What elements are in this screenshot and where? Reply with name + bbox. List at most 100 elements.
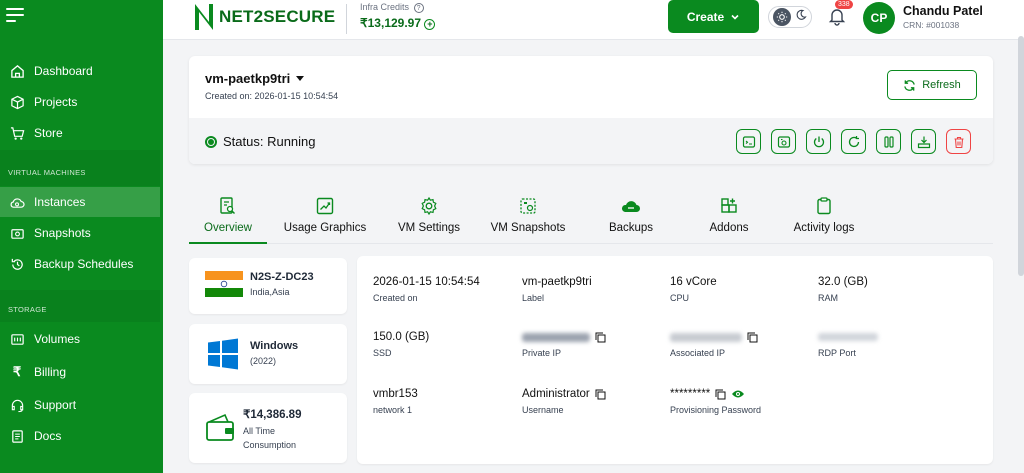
tab-overview[interactable]: Overview [189, 194, 267, 244]
tab-vm-settings[interactable]: VM Settings [389, 194, 469, 244]
header-divider [346, 4, 347, 34]
user-info[interactable]: Chandu Patel CRN: #001038 [903, 4, 983, 30]
brand-logo[interactable]: NET2SECURE [193, 2, 335, 32]
detail-username: Administrator Username [522, 387, 606, 415]
refresh-label: Refresh [922, 79, 961, 91]
cloud-icon [9, 194, 25, 210]
sidebar-item-label: Snapshots [34, 226, 91, 240]
sidebar-item-support[interactable]: Support [0, 390, 160, 420]
sidebar-item-projects[interactable]: Projects [0, 87, 160, 117]
sidebar-item-billing[interactable]: ₹ Billing [0, 357, 160, 387]
detail-key: Username [522, 405, 564, 415]
console-button[interactable] [736, 129, 761, 154]
logo-text: NET2SECURE [219, 7, 336, 26]
windows-logo-icon [208, 338, 238, 370]
sidebar-item-label: Instances [34, 195, 86, 209]
sidebar-item-snapshots[interactable]: Snapshots [0, 218, 160, 248]
sidebar-item-docs[interactable]: Docs [0, 421, 160, 451]
copy-icon[interactable] [715, 389, 726, 400]
vm-created: Created on: 2026-01-15 10:54:54 [205, 91, 339, 101]
tab-addons[interactable]: Addons [691, 194, 767, 244]
detail-ssd: 150.0 (GB) SSD [373, 330, 429, 358]
reboot-button[interactable] [841, 129, 866, 154]
rupee-icon: ₹ [12, 364, 22, 379]
detail-rdp-port: RDP Port [818, 330, 878, 358]
detail-key: Associated IP [670, 348, 726, 358]
active-tab-indicator [189, 242, 267, 244]
sidebar-item-volumes[interactable]: Volumes [0, 324, 160, 354]
scrollbar[interactable] [1018, 36, 1024, 276]
help-icon[interactable]: ? [413, 3, 424, 13]
create-button[interactable]: Create [668, 0, 759, 33]
detail-created-on: 2026-01-15 10:54:54 Created on [373, 275, 480, 303]
notifications-button[interactable]: 338 [827, 0, 853, 31]
detail-value: vm-paetkp9tri [522, 276, 592, 288]
power-button[interactable] [806, 129, 831, 154]
tab-backups[interactable]: Backups [593, 194, 669, 244]
detail-value: ********* [670, 388, 711, 400]
copy-icon[interactable] [595, 332, 606, 343]
detail-key: Provisioning Password [670, 405, 762, 415]
credits-value-row: ₹13,129.97 + [360, 16, 436, 30]
sidebar-item-backup-schedules[interactable]: Backup Schedules [0, 249, 160, 279]
detail-value-row: Administrator [522, 387, 606, 401]
headset-icon [9, 397, 25, 413]
india-flag-icon [205, 271, 243, 297]
credits-value: ₹13,129.97 [360, 16, 422, 30]
sidebar-item-dashboard[interactable]: Dashboard [0, 56, 160, 86]
sidebar-item-label: Store [34, 126, 63, 140]
pause-button[interactable] [876, 129, 901, 154]
install-button[interactable] [911, 129, 936, 154]
snapshot-button[interactable] [771, 129, 796, 154]
vm-selector[interactable]: vm-paetkp9tri [205, 71, 305, 86]
section-virtual-machines: VIRTUAL MACHINES [8, 168, 86, 177]
detail-password: ********* Provisioning Password [670, 387, 761, 415]
tab-label: VM Settings [398, 222, 460, 234]
detail-network: vmbr153 network 1 [373, 387, 418, 415]
tab-activity-logs[interactable]: Activity logs [779, 194, 869, 244]
detail-value: vmbr153 [373, 388, 418, 400]
tab-usage-graphics[interactable]: Usage Graphics [277, 194, 373, 244]
sun-icon [773, 8, 791, 26]
tab-vm-snapshots[interactable]: VM Snapshots [483, 194, 573, 244]
tab-label: Activity logs [793, 222, 855, 234]
consumption-label: All Time Consumption [243, 426, 297, 450]
detail-value: Administrator [522, 388, 590, 400]
vm-status: Status: Running [205, 134, 316, 149]
vm-snapshot-icon [518, 194, 538, 218]
user-crn: CRN: #001038 [903, 20, 960, 30]
delete-button[interactable] [946, 129, 971, 154]
status-bar: Status: Running [189, 118, 993, 164]
moon-icon [795, 8, 807, 26]
chevron-down-icon [731, 14, 739, 20]
pause-icon [883, 135, 894, 148]
reboot-icon [848, 135, 859, 147]
tab-label: Usage Graphics [283, 222, 367, 234]
refresh-button[interactable]: Refresh [887, 70, 977, 100]
redacted-value [522, 332, 590, 342]
hamburger-menu-icon[interactable] [6, 8, 24, 22]
copy-icon[interactable] [595, 389, 606, 400]
os-name: Windows [250, 340, 299, 352]
sidebar-item-instances[interactable]: Instances [0, 187, 160, 217]
add-credits-icon[interactable]: + [424, 19, 436, 30]
consumption-card: ₹14,386.89 All Time Consumption [189, 393, 347, 463]
region-name: N2S-Z-DC23 [250, 271, 314, 283]
status-text: Status: Running [223, 134, 316, 149]
copy-icon[interactable] [747, 332, 758, 343]
bell-icon [828, 9, 846, 26]
detail-associated-ip: Associated IP [670, 330, 758, 358]
theme-toggle[interactable] [768, 6, 812, 28]
overview-icon [218, 194, 238, 218]
avatar[interactable]: CP [863, 2, 895, 34]
sidebar-item-label: Docs [34, 429, 62, 443]
os-card: Windows (2022) [189, 324, 347, 384]
detail-key: RAM [818, 293, 838, 303]
detail-value-row: ********* [670, 387, 761, 401]
detail-private-ip: Private IP [522, 330, 606, 358]
caret-down-icon [296, 76, 305, 81]
sidebar-item-store[interactable]: Store [0, 118, 160, 148]
eye-icon[interactable] [731, 389, 745, 399]
section-storage: STORAGE [8, 305, 47, 314]
infra-credits: Infra Credits ? ₹13,129.97 + [360, 2, 436, 30]
